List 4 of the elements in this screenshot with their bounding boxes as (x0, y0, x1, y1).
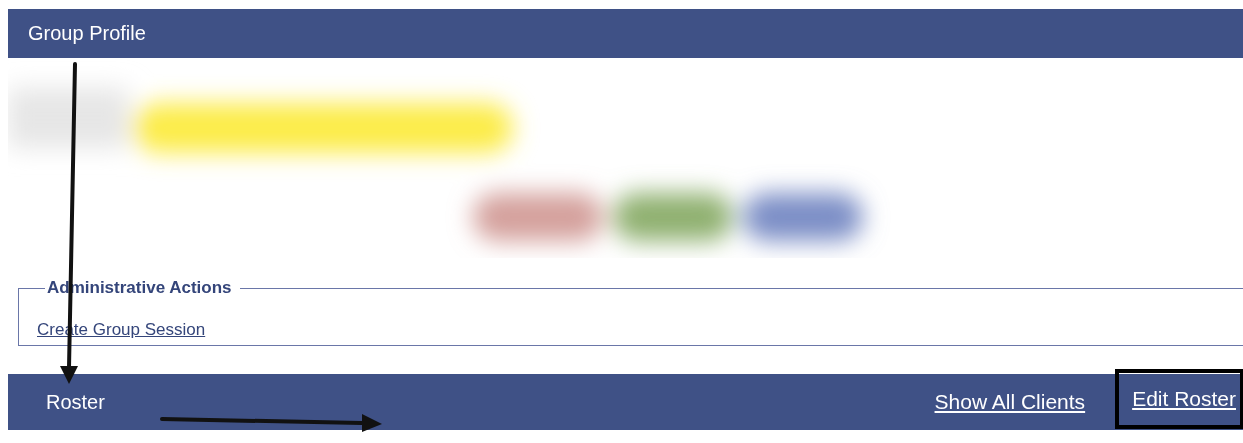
roster-link[interactable]: Show All Clients (934, 390, 1086, 414)
roster-link[interactable]: Edit Roster (1132, 387, 1236, 410)
roster-title: Roster (46, 390, 105, 414)
header-title: Group Profile (28, 22, 146, 45)
